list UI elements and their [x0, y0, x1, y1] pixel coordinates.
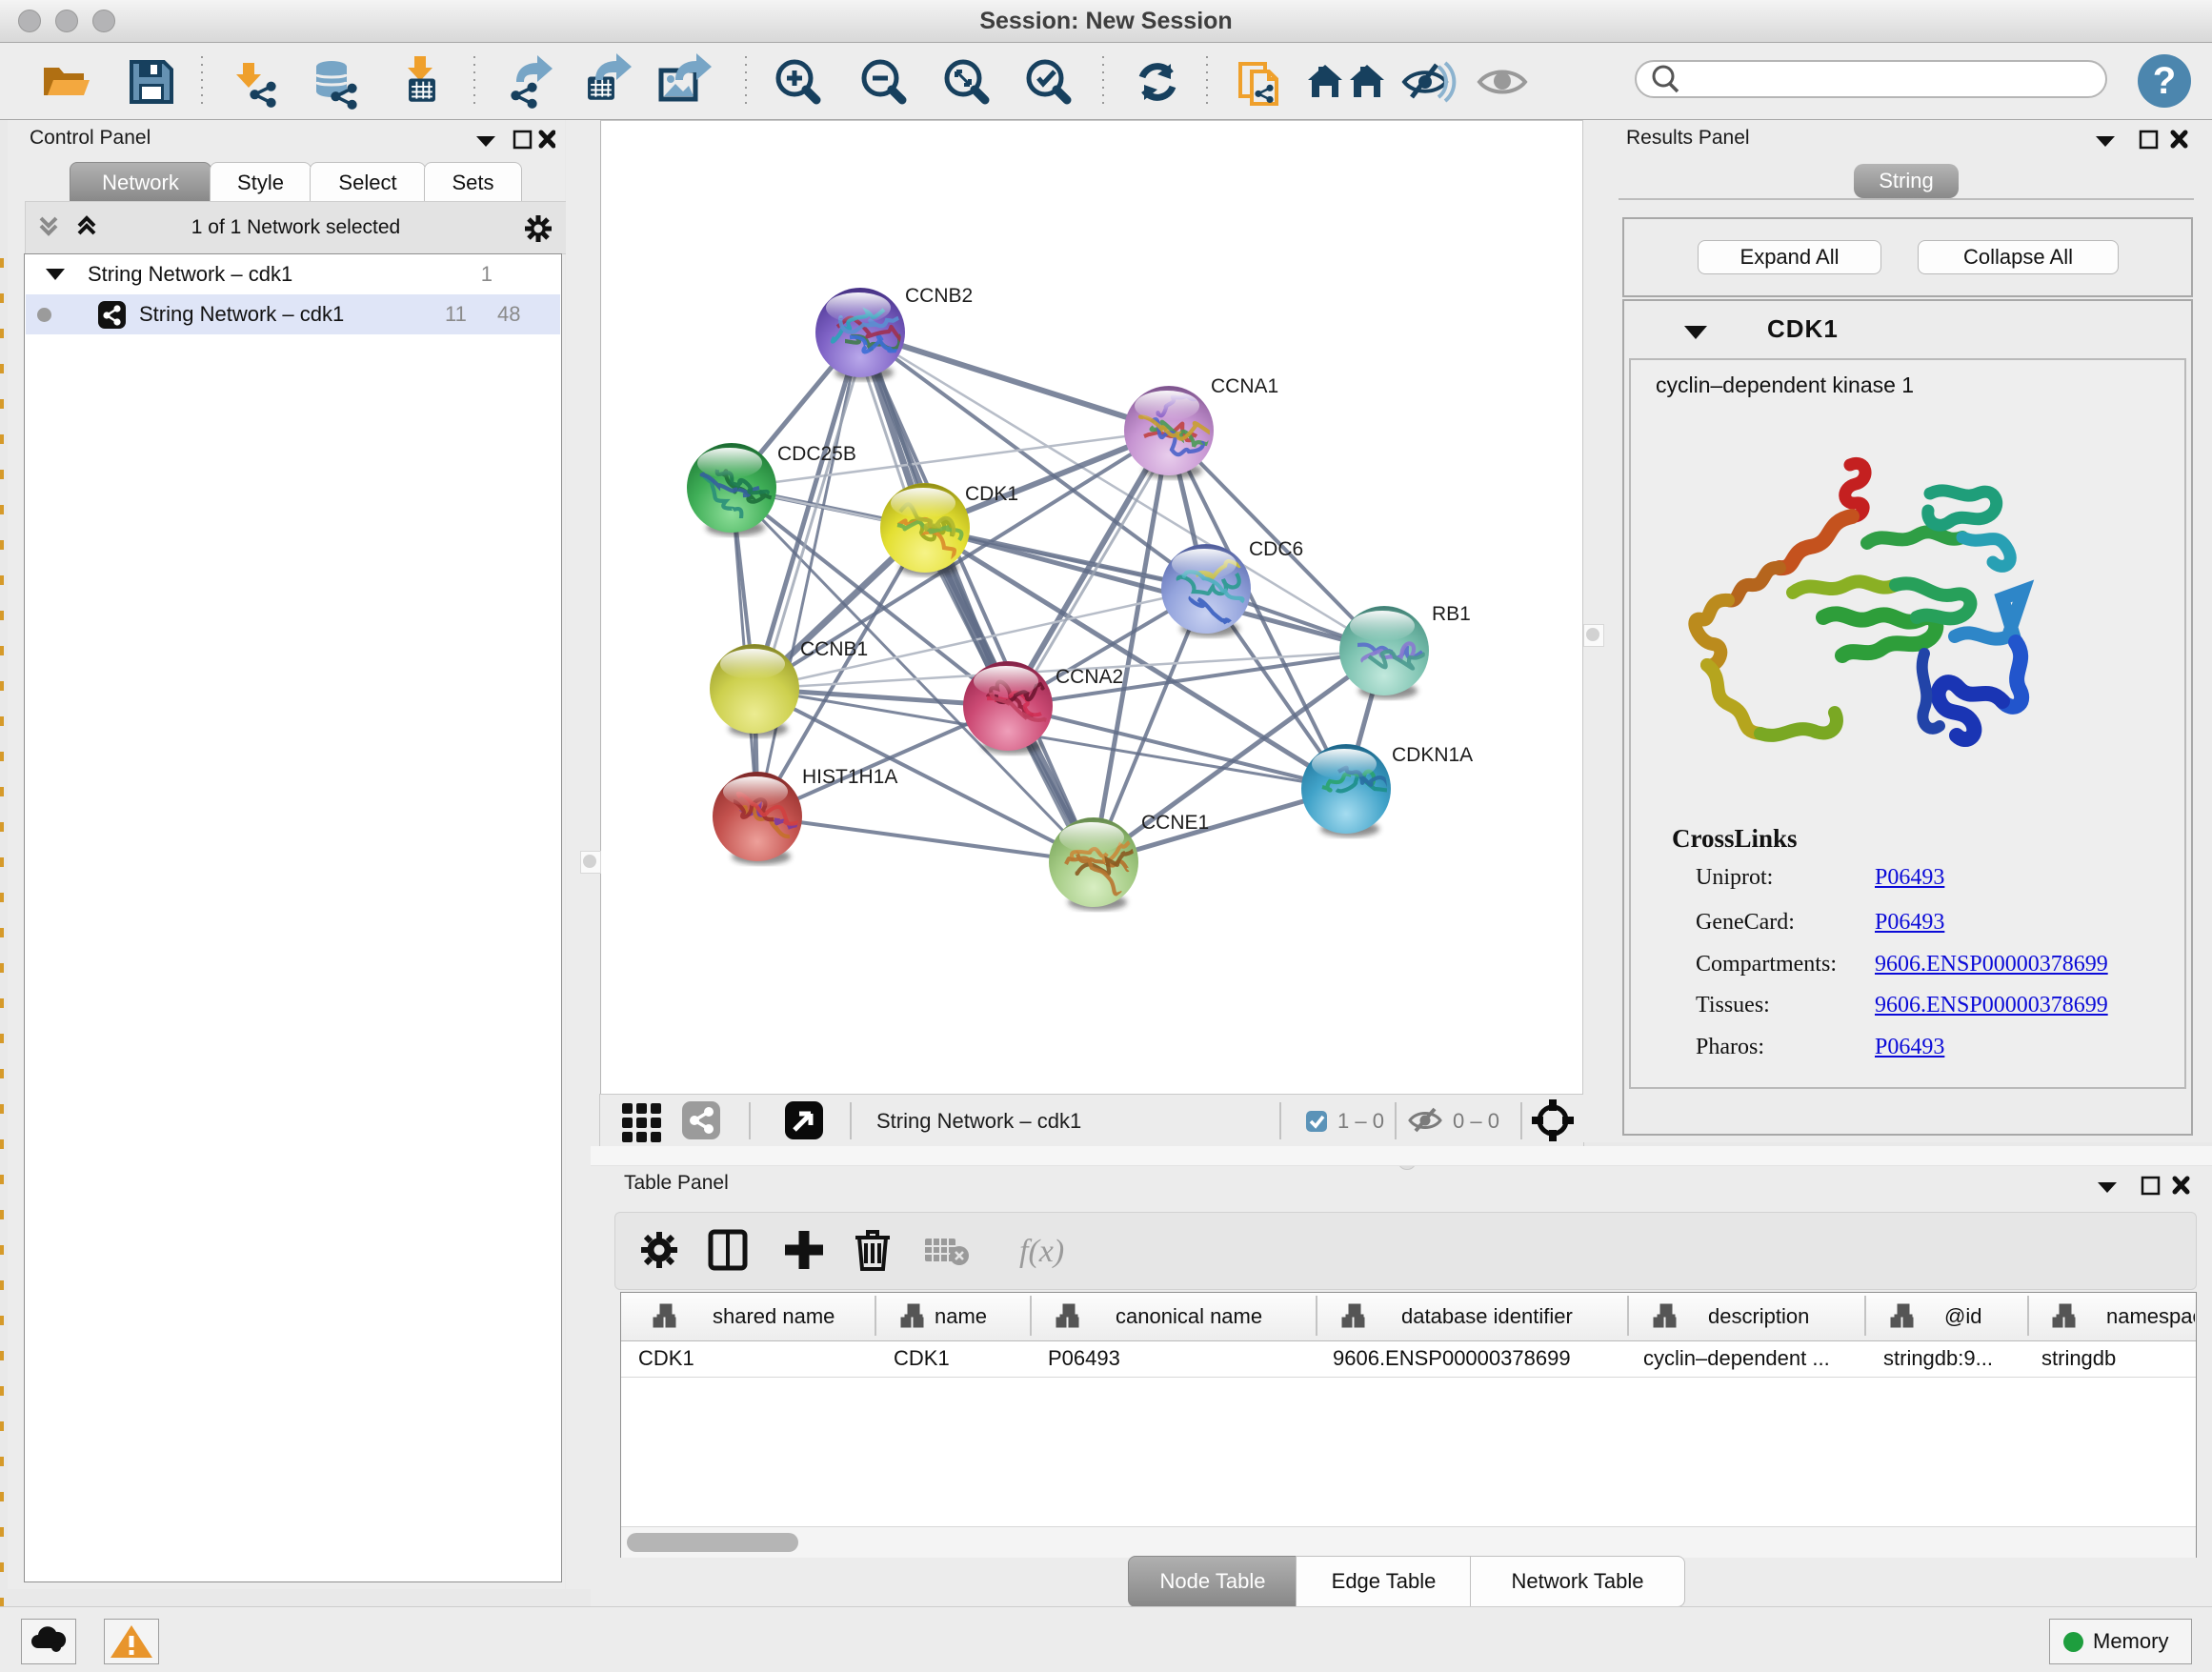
- svg-text:CCNB2: CCNB2: [905, 285, 973, 307]
- svg-text:CDK1: CDK1: [965, 483, 1018, 505]
- svg-text:CDKN1A: CDKN1A: [1392, 744, 1473, 766]
- svg-text:?: ?: [2153, 60, 2176, 102]
- svg-text:name: name: [935, 1304, 987, 1328]
- svg-text:CCNA1: CCNA1: [1211, 375, 1278, 397]
- svg-text:String Network – cdk1: String Network – cdk1: [876, 1109, 1081, 1133]
- svg-text:namespac: namespac: [2106, 1304, 2195, 1328]
- svg-text:f(x): f(x): [1019, 1234, 1064, 1269]
- svg-text:canonical name: canonical name: [1116, 1304, 1262, 1328]
- svg-text:CCNA2: CCNA2: [1056, 666, 1123, 688]
- svg-text:shared name: shared name: [713, 1304, 835, 1328]
- svg-text:CDK1: CDK1: [638, 1346, 694, 1370]
- svg-text:1 – 0: 1 – 0: [1337, 1109, 1384, 1133]
- svg-text:0 – 0: 0 – 0: [1453, 1109, 1499, 1133]
- svg-text:CDK1: CDK1: [894, 1346, 950, 1370]
- svg-text:CCNB1: CCNB1: [800, 638, 868, 660]
- svg-text:CDC25B: CDC25B: [777, 443, 856, 465]
- svg-text:RB1: RB1: [1432, 603, 1471, 625]
- svg-text:CDC6: CDC6: [1249, 538, 1303, 560]
- svg-text:P06493: P06493: [1048, 1346, 1120, 1370]
- svg-text:cyclin–dependent ...: cyclin–dependent ...: [1643, 1346, 1830, 1370]
- svg-text:@id: @id: [1944, 1304, 1981, 1328]
- svg-text:database identifier: database identifier: [1401, 1304, 1573, 1328]
- svg-text:description: description: [1708, 1304, 1809, 1328]
- svg-text:HIST1H1A: HIST1H1A: [802, 766, 897, 788]
- svg-text:9606.ENSP00000378699: 9606.ENSP00000378699: [1333, 1346, 1571, 1370]
- svg-text:CCNE1: CCNE1: [1141, 812, 1209, 834]
- svg-text:stringdb: stringdb: [2041, 1346, 2116, 1370]
- svg-text:stringdb:9...: stringdb:9...: [1883, 1346, 1993, 1370]
